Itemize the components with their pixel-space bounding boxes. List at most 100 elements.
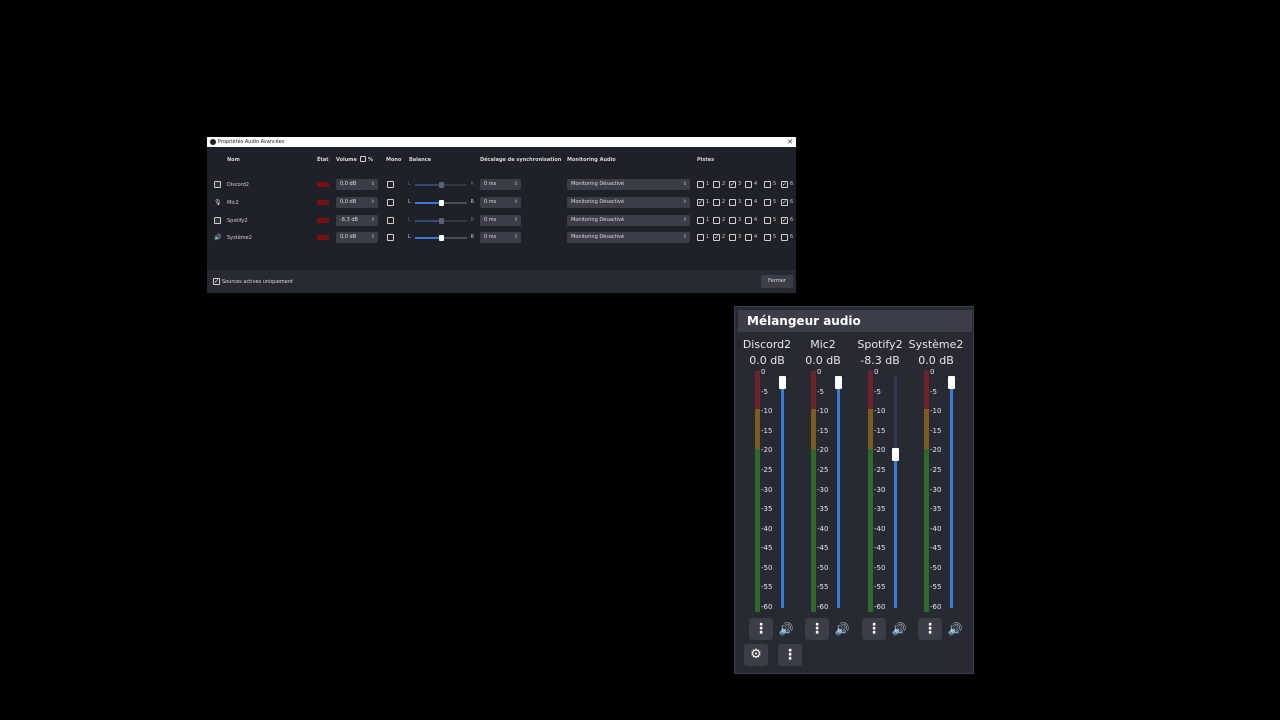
track-checkbox[interactable] [745,181,752,188]
volume-fader[interactable] [835,376,842,608]
speaker-mute-icon[interactable]: 🔊 [777,618,795,640]
balance-slider[interactable]: LR [408,217,474,225]
track-checkbox[interactable] [713,199,720,206]
balance-slider[interactable]: LR [408,234,474,242]
sync-offset-spinbox[interactable]: 0 ms ⇕ [480,232,521,243]
mono-checkbox[interactable] [387,234,394,241]
meter-red-zone [755,371,760,409]
sync-offset-spinbox[interactable]: 0 ms ⇕ [480,197,521,208]
balance-track[interactable] [415,218,467,224]
track-checkbox[interactable] [764,199,771,206]
level-meter [755,371,760,612]
balance-handle[interactable] [439,182,444,188]
track-checkbox[interactable] [745,234,752,241]
channel-menu-button[interactable]: ⋮ [805,618,829,640]
mono-checkbox[interactable] [387,217,394,224]
volume-spinbox[interactable]: 0,0 dB ⇕ [336,232,378,243]
balance-track[interactable] [415,200,467,206]
track-checkbox[interactable]: ✓ [781,199,788,206]
balance-right-label: R [470,181,474,187]
volume-fader[interactable] [948,376,955,608]
active-sources-checkbox[interactable]: ✓ [213,278,220,285]
monitoring-select[interactable]: Monitoring Désactivé ⇕ [567,197,690,208]
track-checkbox[interactable]: ✓ [781,217,788,224]
channel-menu-button[interactable]: ⋮ [862,618,886,640]
meter-green-zone [755,449,760,612]
volume-fader[interactable] [779,376,786,608]
meter-yellow-zone [755,409,760,449]
track-checkbox[interactable] [745,217,752,224]
speaker-mute-icon[interactable]: 🔊 [946,618,964,640]
sync-offset-value: 0 ms [484,181,497,187]
spin-arrows-icon[interactable]: ⇕ [514,232,518,243]
spin-arrows-icon[interactable]: ⇕ [514,197,518,208]
balance-slider[interactable]: LR [408,199,474,207]
track-checkbox[interactable] [745,199,752,206]
sync-offset-spinbox[interactable]: 0 ms ⇕ [480,215,521,226]
volume-percent-checkbox[interactable] [360,156,366,162]
balance-track[interactable] [415,182,467,188]
mixer-channel: Système2 0.0 dB 0 -5 -10 -15 -20 -25 -30 -35 -40 -4… [908,336,964,646]
volume-spinbox[interactable]: 0,0 dB ⇕ [336,179,378,190]
spin-arrows-icon[interactable]: ⇕ [371,232,375,243]
balance-handle[interactable] [439,235,444,241]
track-checkbox[interactable] [764,234,771,241]
spin-arrows-icon[interactable]: ⇕ [514,179,518,190]
balance-slider[interactable]: LR [408,181,474,189]
volume-fader[interactable] [892,376,899,608]
track-checkbox[interactable] [713,181,720,188]
track-checkbox[interactable] [697,234,704,241]
close-button[interactable]: Fermer [761,275,793,288]
monitoring-select[interactable]: Monitoring Désactivé ⇕ [567,179,690,190]
source-name: Mic2 [227,200,239,206]
fader-handle[interactable] [779,376,786,389]
meter-red-zone [811,371,816,409]
mono-checkbox[interactable] [387,199,394,206]
close-icon[interactable]: ✕ [787,137,793,147]
monitoring-select[interactable]: Monitoring Désactivé ⇕ [567,215,690,226]
track-checkbox[interactable] [729,217,736,224]
track-checkbox[interactable] [697,217,704,224]
fader-handle[interactable] [892,448,899,461]
fader-handle[interactable] [835,376,842,389]
select-arrows-icon: ⇕ [682,217,687,223]
balance-left-label: L [408,181,411,187]
sync-offset-spinbox[interactable]: 0 ms ⇕ [480,179,521,190]
balance-handle[interactable] [439,218,444,224]
track-number: 3 [738,199,742,205]
track-checkbox[interactable] [729,199,736,206]
monitoring-select[interactable]: Monitoring Désactivé ⇕ [567,232,690,243]
channel-menu-button[interactable]: ⋮ [749,618,773,640]
track-checkbox[interactable]: ✓ [729,181,736,188]
source-state-indicator [317,182,329,187]
spin-arrows-icon[interactable]: ⇕ [371,215,375,226]
balance-track[interactable] [415,235,467,241]
track-checkbox[interactable] [781,234,788,241]
mixer-menu-button[interactable]: ⋮ [778,644,802,666]
volume-spinbox[interactable]: -8,3 dB ⇕ [336,215,378,226]
mixer-settings-gear-icon[interactable]: ⚙ [744,644,768,666]
spin-arrows-icon[interactable]: ⇕ [371,197,375,208]
track-checkbox[interactable]: ✓ [713,234,720,241]
track-checkbox[interactable] [713,217,720,224]
balance-handle[interactable] [439,200,444,206]
track-checkbox[interactable] [697,181,704,188]
volume-spinbox[interactable]: 0,0 dB ⇕ [336,197,378,208]
speaker-mute-icon[interactable]: 🔊 [833,618,851,640]
spin-arrows-icon[interactable]: ⇕ [371,179,375,190]
track-checkbox[interactable]: ✓ [697,199,704,206]
track-number: 2 [722,181,726,187]
track-checkbox[interactable] [764,181,771,188]
channel-menu-button[interactable]: ⋮ [918,618,942,640]
mono-checkbox[interactable] [387,181,394,188]
track-checkbox[interactable] [729,234,736,241]
level-meter [924,371,929,612]
speaker-mute-icon[interactable]: 🔊 [890,618,908,640]
spin-arrows-icon[interactable]: ⇕ [514,215,518,226]
track-checkbox[interactable] [764,217,771,224]
fader-handle[interactable] [948,376,955,389]
audio-properties-table: Nom État Volume % Mono Balance Décalage … [207,147,796,270]
window-titlebar[interactable]: Propriétés Audio Avancées ✕ [207,137,796,147]
track-number: 3 [738,234,742,240]
track-checkbox[interactable]: ✓ [781,181,788,188]
